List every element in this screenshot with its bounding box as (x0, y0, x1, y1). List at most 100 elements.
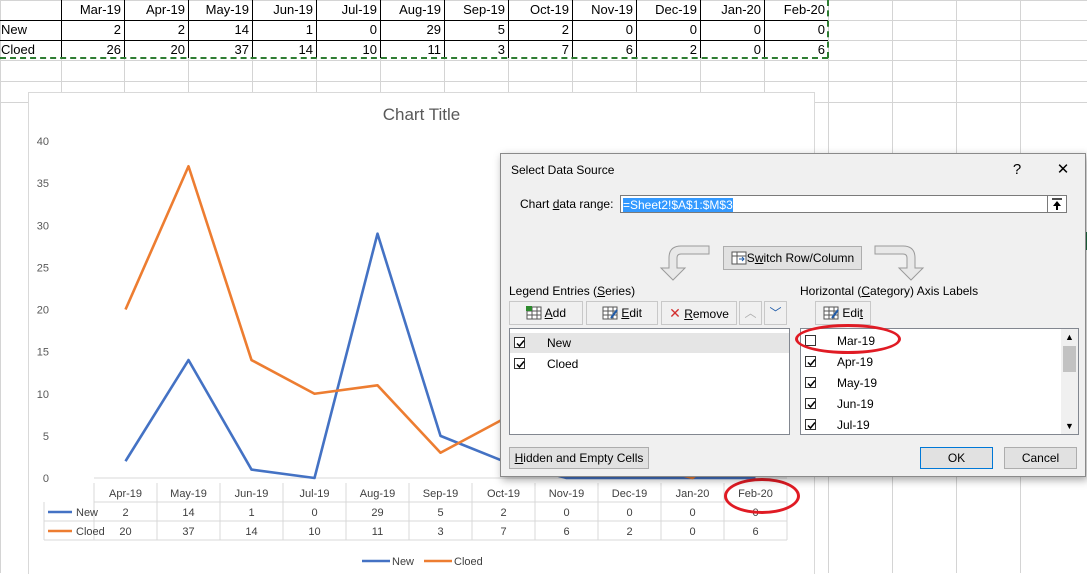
checkbox[interactable] (514, 358, 525, 369)
series-list[interactable]: NewCloed (509, 328, 790, 435)
y-tick-label: 30 (37, 220, 49, 232)
series-item-label: Cloed (547, 354, 578, 374)
table-border (61, 0, 62, 58)
chart-data-range-input[interactable]: =Sheet2!$A$1:$M$3 (620, 195, 1048, 213)
table-border (444, 0, 445, 58)
value-cell[interactable]: 0 (316, 21, 377, 39)
edit-series-button[interactable]: Edit (586, 301, 658, 325)
data-table-value: 10 (308, 526, 320, 538)
category-tick-label: Jun-19 (235, 488, 269, 500)
data-table-value: 5 (437, 507, 443, 519)
collapse-arrow-icon (1048, 196, 1066, 212)
value-cell[interactable]: 2 (124, 21, 185, 39)
cancel-button[interactable]: Cancel (1004, 447, 1077, 469)
value-cell[interactable]: 14 (188, 21, 249, 39)
month-header-cell[interactable]: Mar-19 (61, 1, 121, 19)
edit-icon (823, 306, 839, 320)
checkbox[interactable] (805, 377, 816, 388)
checkbox[interactable] (805, 398, 816, 409)
data-table-value: 6 (563, 526, 569, 538)
value-cell[interactable]: 0 (572, 21, 633, 39)
move-down-button[interactable]: ﹀ (764, 301, 787, 325)
checkmark-icon (806, 420, 817, 431)
table-border (636, 0, 637, 58)
category-tick-label: Oct-19 (487, 488, 520, 500)
table-border (508, 0, 509, 58)
axis-list-scrollbar[interactable]: ▲ ▼ (1061, 329, 1078, 434)
month-header-cell[interactable]: Aug-19 (380, 1, 441, 19)
value-cell[interactable]: 2 (61, 21, 121, 39)
checkbox[interactable] (805, 356, 816, 367)
data-table-value: 14 (182, 507, 194, 519)
scroll-up-icon[interactable]: ▲ (1061, 329, 1078, 345)
value-cell[interactable]: 0 (764, 21, 825, 39)
table-border (124, 0, 125, 58)
data-table-series-label: Cloed (76, 526, 105, 538)
edit-icon (602, 306, 618, 320)
axis-label-item[interactable]: Jul-19 (801, 415, 1059, 435)
month-header-cell[interactable]: Apr-19 (124, 1, 185, 19)
dialog-title: Select Data Source (511, 163, 614, 177)
month-header-cell[interactable]: Feb-20 (764, 1, 825, 19)
month-header-cell[interactable]: May-19 (188, 1, 249, 19)
y-tick-label: 25 (37, 262, 49, 274)
y-tick-label: 0 (43, 473, 49, 485)
axis-label-item-label: Apr-19 (837, 352, 873, 372)
value-cell[interactable]: 1 (252, 21, 313, 39)
curved-arrow-left-icon (651, 242, 711, 282)
month-header-cell[interactable]: Jul-19 (316, 1, 377, 19)
switch-row-column-button[interactable]: Switch Row/Column (723, 246, 862, 270)
data-table-value: 0 (689, 526, 695, 538)
data-table-value: 2 (122, 507, 128, 519)
value-cell[interactable]: 0 (636, 21, 697, 39)
value-cell[interactable]: 2 (508, 21, 569, 39)
month-header-cell[interactable]: Sep-19 (444, 1, 505, 19)
ok-button[interactable]: OK (920, 447, 993, 469)
month-header-cell[interactable]: Jun-19 (252, 1, 313, 19)
axis-label-item[interactable]: Jun-19 (801, 394, 1059, 414)
value-cell[interactable]: 5 (444, 21, 505, 39)
legend-entries-title: Legend Entries (Series) (509, 284, 635, 298)
checkbox[interactable] (805, 419, 816, 430)
month-header-cell[interactable]: Dec-19 (636, 1, 697, 19)
add-series-button[interactable]: Add (509, 301, 583, 325)
series-item-label: New (547, 333, 571, 353)
scroll-down-icon[interactable]: ▼ (1061, 418, 1078, 434)
edit-axis-labels-button[interactable]: Edit (815, 301, 871, 325)
copy-marquee (0, 57, 828, 59)
axis-label-item-label: May-19 (837, 373, 877, 393)
red-annotation-ellipse-table (724, 478, 800, 514)
collapse-dialog-button[interactable] (1047, 195, 1067, 213)
category-tick-label: Sep-19 (423, 488, 458, 500)
scroll-thumb[interactable] (1063, 346, 1076, 372)
close-button[interactable]: ✕ (1047, 158, 1079, 182)
chevron-up-icon: ︿ (744, 306, 756, 320)
value-cell[interactable]: 29 (380, 21, 441, 39)
checkmark-icon (515, 359, 526, 370)
axis-label-item[interactable]: Apr-19 (801, 352, 1059, 372)
switch-row-column-icon (731, 250, 747, 264)
category-tick-label: May-19 (170, 488, 207, 500)
series-item[interactable]: New (510, 333, 789, 353)
month-header-cell[interactable]: Jan-20 (700, 1, 761, 19)
value-cell[interactable]: 0 (700, 21, 761, 39)
data-table-value: 2 (626, 526, 632, 538)
chevron-down-icon: ﹀ (769, 306, 781, 320)
data-table-value: 0 (689, 507, 695, 519)
checkbox[interactable] (514, 337, 525, 348)
data-table-value: 0 (311, 507, 317, 519)
move-up-button[interactable]: ︿ (739, 301, 762, 325)
y-tick-label: 15 (37, 347, 49, 359)
month-header-cell[interactable]: Oct-19 (508, 1, 569, 19)
chart-data-range-label: Chart data range: (520, 197, 613, 211)
series-item[interactable]: Cloed (510, 354, 789, 374)
hidden-empty-cells-button[interactable]: Hidden and Empty Cells (509, 447, 649, 469)
category-tick-label: Jan-20 (676, 488, 710, 500)
data-table-value: 0 (626, 507, 632, 519)
select-data-source-dialog: Select Data Source ? ✕ Chart data range:… (500, 153, 1086, 477)
axis-label-item[interactable]: May-19 (801, 373, 1059, 393)
remove-series-button[interactable]: ✕ Remove (661, 301, 737, 325)
row-label-cell[interactable]: New (1, 21, 59, 39)
month-header-cell[interactable]: Nov-19 (572, 1, 633, 19)
help-button[interactable]: ? (1001, 158, 1033, 182)
